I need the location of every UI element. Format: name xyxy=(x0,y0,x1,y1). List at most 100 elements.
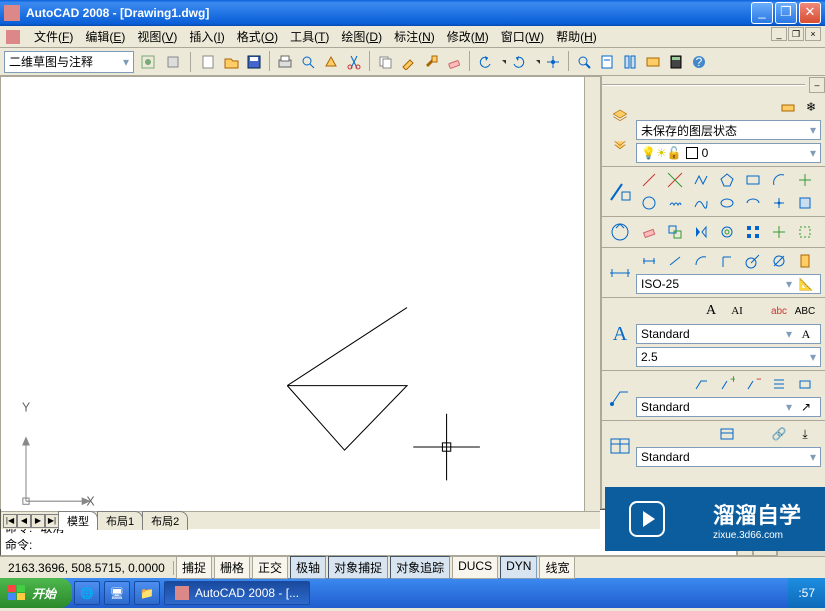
tool-palette-button[interactable] xyxy=(619,51,641,73)
spellcheck-icon[interactable]: abc xyxy=(769,301,789,321)
coordinate-display[interactable]: 2163.3696, 508.5715, 0.0000 xyxy=(0,561,174,575)
quicklaunch-ie[interactable]: 🌐 xyxy=(74,581,100,605)
help-button[interactable]: ? xyxy=(688,51,710,73)
tab-nav-button[interactable]: ▶| xyxy=(45,514,59,528)
menu-d[interactable]: 绘图(D) xyxy=(335,26,388,47)
layout-tab[interactable]: 布局2 xyxy=(142,511,188,530)
dim-style-manager-icon[interactable]: 📐 xyxy=(796,274,816,294)
radius-icon[interactable] xyxy=(743,251,763,271)
status-toggle-正交[interactable]: 正交 xyxy=(252,556,288,579)
markup-button[interactable] xyxy=(642,51,664,73)
status-toggle-DUCS[interactable]: DUCS xyxy=(452,556,498,579)
quicklaunch-desktop[interactable]: 🖥 xyxy=(104,581,130,605)
circle-icon[interactable] xyxy=(639,193,659,213)
paint-button[interactable] xyxy=(420,51,442,73)
ellipse-arc-icon[interactable] xyxy=(743,193,763,213)
calc-button[interactable] xyxy=(665,51,687,73)
mdi-close-button[interactable]: × xyxy=(805,27,821,41)
remove-icon[interactable]: − xyxy=(743,374,763,394)
offset-icon[interactable] xyxy=(717,222,737,242)
close-button[interactable]: ✕ xyxy=(799,2,821,24)
layer-filter-icon[interactable] xyxy=(608,132,632,156)
status-toggle-DYN[interactable]: DYN xyxy=(500,556,537,579)
new-button[interactable] xyxy=(197,51,219,73)
undo-button[interactable] xyxy=(474,51,496,73)
undo-dd-button[interactable] xyxy=(497,51,507,73)
maximize-button[interactable]: ❐ xyxy=(775,2,797,24)
menu-h[interactable]: 帮助(H) xyxy=(550,26,603,47)
panel-collapse-button[interactable]: – xyxy=(809,77,825,93)
system-tray[interactable]: :57 xyxy=(788,578,825,608)
start-button[interactable]: 开始 xyxy=(0,578,72,608)
save-button[interactable] xyxy=(243,51,265,73)
copy-button[interactable] xyxy=(374,51,396,73)
status-toggle-捕捉[interactable]: 捕捉 xyxy=(176,556,212,579)
text-style-selector[interactable]: Standard ▾ A xyxy=(636,324,821,344)
mtext-icon[interactable]: A xyxy=(701,301,721,321)
leader-style-selector[interactable]: Standard ▾ ↗ xyxy=(636,397,821,417)
add-icon[interactable]: + xyxy=(717,374,737,394)
erase-icon[interactable] xyxy=(639,222,659,242)
redo-dd-button[interactable] xyxy=(531,51,541,73)
vertical-scrollbar[interactable] xyxy=(584,77,600,511)
line-icon[interactable] xyxy=(639,170,659,190)
addsel-icon[interactable] xyxy=(795,222,815,242)
dim-style-selector[interactable]: ISO-25 ▾ 📐 xyxy=(636,274,821,294)
menu-m[interactable]: 修改(M) xyxy=(441,26,495,47)
tab-nav-button[interactable]: ▶ xyxy=(31,514,45,528)
match-button[interactable] xyxy=(397,51,419,73)
status-toggle-对象追踪[interactable]: 对象追踪 xyxy=(390,556,450,579)
text-style-manager-icon[interactable]: A xyxy=(796,324,816,344)
menu-v[interactable]: 视图(V) xyxy=(131,26,183,47)
spline-icon[interactable] xyxy=(691,193,711,213)
workspace-selector[interactable]: 二维草图与注释 ▾ xyxy=(4,51,134,73)
status-toggle-线宽[interactable]: 线宽 xyxy=(539,556,575,579)
array-icon[interactable] xyxy=(743,222,763,242)
collect-icon[interactable] xyxy=(795,374,815,394)
minimize-button[interactable]: _ xyxy=(751,2,773,24)
open-button[interactable] xyxy=(220,51,242,73)
plot-button[interactable] xyxy=(274,51,296,73)
mdi-restore-button[interactable]: ❐ xyxy=(788,27,804,41)
leader-style-manager-icon[interactable]: ↗ xyxy=(796,397,816,417)
revcloud-icon[interactable] xyxy=(665,193,685,213)
diameter-icon[interactable] xyxy=(769,251,789,271)
text-height-input[interactable]: 2.5 ▾ xyxy=(636,347,821,367)
plot-preview-button[interactable] xyxy=(297,51,319,73)
data-extract-icon[interactable]: ⤓ xyxy=(795,424,815,444)
data-link-icon[interactable]: 🔗 xyxy=(769,424,789,444)
layout-tab[interactable]: 模型 xyxy=(58,511,98,530)
workspace-settings-button[interactable] xyxy=(137,51,159,73)
point-icon[interactable] xyxy=(769,193,789,213)
taskbar-item-autocad[interactable]: AutoCAD 2008 - [... xyxy=(164,581,310,605)
ordinate-icon[interactable] xyxy=(717,251,737,271)
xline-icon[interactable] xyxy=(665,170,685,190)
sheetset-button[interactable] xyxy=(596,51,618,73)
status-toggle-极轴[interactable]: 极轴 xyxy=(290,556,326,579)
aligned-icon[interactable] xyxy=(665,251,685,271)
tab-nav-button[interactable]: ◀ xyxy=(17,514,31,528)
ellipse-icon[interactable] xyxy=(717,193,737,213)
rect-icon[interactable] xyxy=(743,170,763,190)
find-icon[interactable]: ABC xyxy=(795,301,815,321)
layer-selector[interactable]: 💡 ☀ 🔓 0 ▾ xyxy=(636,143,821,163)
redo-button[interactable] xyxy=(508,51,530,73)
mirror-icon[interactable] xyxy=(691,222,711,242)
mdi-minimize-button[interactable]: _ xyxy=(771,27,787,41)
publish-button[interactable] xyxy=(320,51,342,73)
menu-e[interactable]: 编辑(E) xyxy=(79,26,131,47)
status-toggle-栅格[interactable]: 栅格 xyxy=(214,556,250,579)
quicklaunch-folder[interactable]: 📁 xyxy=(134,581,160,605)
block-icon[interactable] xyxy=(795,193,815,213)
new-layer-icon[interactable] xyxy=(778,97,798,117)
layer-freeze-icon[interactable]: ❄ xyxy=(801,97,821,117)
tab-nav-button[interactable]: |◀ xyxy=(3,514,17,528)
table-style-selector[interactable]: Standard ▾ xyxy=(636,447,821,467)
layers-stack-icon[interactable] xyxy=(608,104,632,128)
polygon-icon[interactable] xyxy=(717,170,737,190)
copy-icon[interactable] xyxy=(665,222,685,242)
arc-icon[interactable] xyxy=(769,170,789,190)
mleader-icon[interactable] xyxy=(691,374,711,394)
linear-icon[interactable] xyxy=(639,251,659,271)
table-insert-icon[interactable] xyxy=(717,424,737,444)
